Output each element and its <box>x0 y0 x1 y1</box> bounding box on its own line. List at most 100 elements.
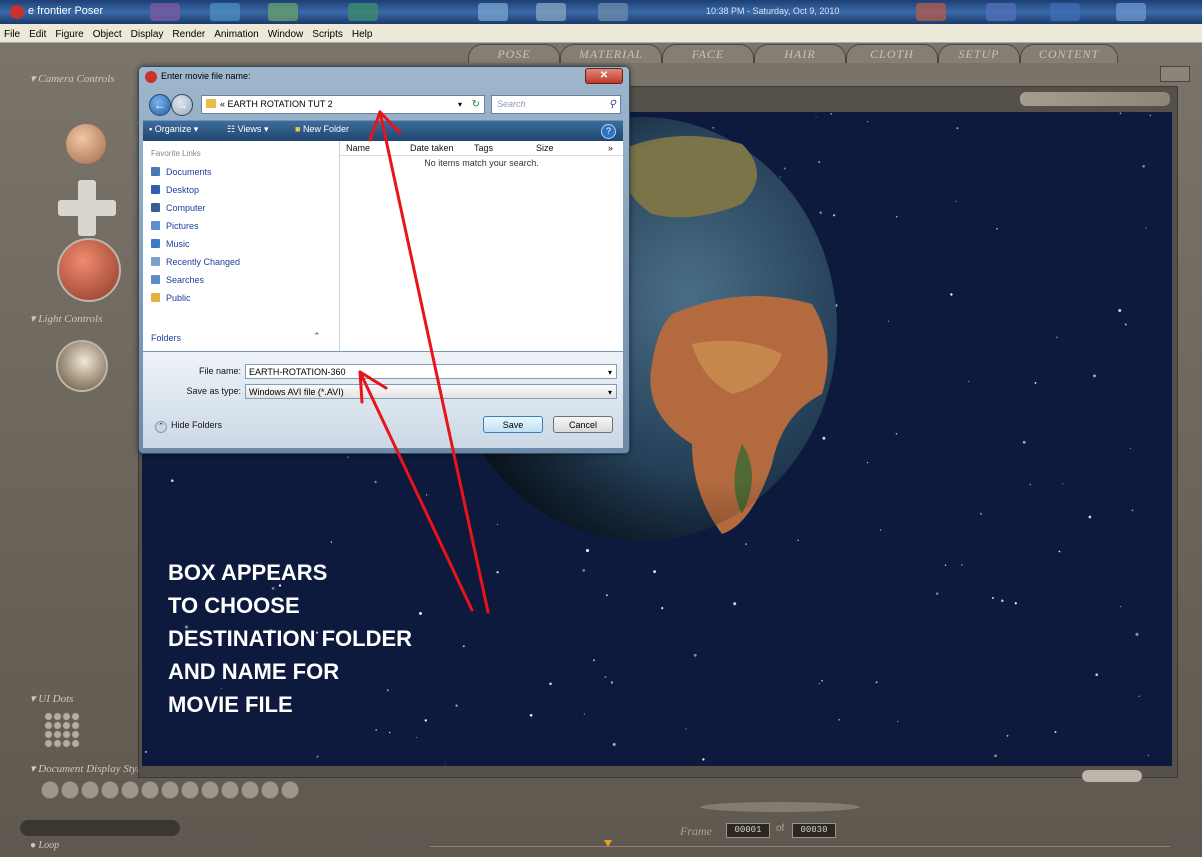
ui-dots-grid[interactable] <box>44 712 80 748</box>
light-sphere-icon[interactable] <box>56 340 108 392</box>
views-button[interactable]: ☷ Views ▾ <box>227 124 268 135</box>
favorite-link-desktop[interactable]: Desktop <box>151 185 199 195</box>
hide-folders-toggle[interactable]: ⌃ Hide Folders <box>155 420 222 433</box>
new-folder-button[interactable]: ■ New Folder <box>295 124 349 134</box>
file-name-field[interactable]: EARTH-ROTATION-360 ▾ <box>245 364 617 379</box>
trackball-icon[interactable] <box>57 238 121 302</box>
tab-pose[interactable]: POSE <box>468 44 560 63</box>
menu-window[interactable]: Window <box>264 26 309 44</box>
column-size[interactable]: Size <box>536 143 554 153</box>
search-input[interactable]: Search ⚲ <box>491 95 621 114</box>
searches-icon <box>151 275 160 284</box>
taskbar-thumbnail-icon[interactable] <box>1116 3 1146 21</box>
star <box>1034 381 1037 384</box>
star <box>653 570 656 573</box>
tab-content[interactable]: CONTENT <box>1020 44 1118 63</box>
search-icon[interactable]: ⚲ <box>609 96 616 113</box>
star <box>955 200 957 203</box>
favorite-link-recently-changed[interactable]: Recently Changed <box>151 257 240 267</box>
tab-setup[interactable]: SETUP <box>938 44 1020 63</box>
viewport-dots-control[interactable] <box>1082 770 1142 782</box>
taskbar-thumbnail-icon[interactable] <box>986 3 1016 21</box>
chevron-down-icon[interactable]: ▾ <box>458 96 462 113</box>
taskbar-thumbnail-icon[interactable] <box>1050 3 1080 21</box>
tab-hair[interactable]: HAIR <box>754 44 846 63</box>
cancel-button[interactable]: Cancel <box>553 416 613 433</box>
column-tags[interactable]: Tags <box>474 143 493 153</box>
forward-arrow-icon[interactable]: → <box>171 94 193 116</box>
folder-icon <box>206 99 216 108</box>
taskbar-thumbnail-icon[interactable] <box>150 3 180 21</box>
play-controls[interactable] <box>20 820 180 836</box>
current-frame-field[interactable]: 00001 <box>726 823 770 838</box>
tab-face[interactable]: FACE <box>662 44 754 63</box>
camera-move-cross-icon[interactable] <box>78 180 96 236</box>
total-frames-field[interactable]: 00030 <box>792 823 836 838</box>
save-type-select[interactable]: Windows AVI file (*.AVI) ▾ <box>245 384 617 399</box>
window-title-bar: e frontier Poser 10:38 PM - Saturday, Oc… <box>0 0 1202 24</box>
viewport-toolbar-icons[interactable] <box>1020 92 1170 106</box>
star <box>1054 731 1057 733</box>
document-bottom-toolbar[interactable] <box>148 768 288 780</box>
star <box>888 320 890 322</box>
address-path[interactable]: « EARTH ROTATION TUT 2 ▾ ↻ <box>201 95 485 114</box>
save-button[interactable]: Save <box>483 416 543 433</box>
menu-edit[interactable]: Edit <box>25 26 51 44</box>
tab-cloth[interactable]: CLOTH <box>846 44 938 63</box>
favorite-link-documents[interactable]: Documents <box>151 167 212 177</box>
favorite-link-label: Documents <box>166 167 212 177</box>
taskbar-thumbnail-icon[interactable] <box>536 3 566 21</box>
favorite-link-label: Pictures <box>166 221 199 231</box>
favorite-link-computer[interactable]: Computer <box>151 203 206 213</box>
organize-button[interactable]: ▪ Organize ▾ <box>149 124 198 135</box>
taskbar-thumbnail-icon[interactable] <box>268 3 298 21</box>
star <box>612 743 616 746</box>
timeline-track[interactable] <box>430 846 1170 847</box>
refresh-icon[interactable]: ↻ <box>472 96 480 113</box>
chevron-down-icon[interactable]: ▾ <box>608 385 612 400</box>
animation-handle[interactable] <box>700 802 860 812</box>
back-arrow-icon[interactable]: ← <box>149 94 171 116</box>
taskbar-thumbnail-icon[interactable] <box>348 3 378 21</box>
menu-file[interactable]: File <box>0 26 25 44</box>
menu-animation[interactable]: Animation <box>210 26 263 44</box>
music-icon <box>151 239 160 248</box>
timeline-marker-icon[interactable] <box>604 840 612 847</box>
camera-head-icon[interactable] <box>66 124 106 164</box>
favorite-link-music[interactable]: Music <box>151 239 190 249</box>
column-name[interactable]: Name <box>346 143 370 153</box>
favorite-link-pictures[interactable]: Pictures <box>151 221 199 231</box>
chevron-down-icon[interactable]: ▾ <box>608 365 612 380</box>
favorite-link-public[interactable]: Public <box>151 293 191 303</box>
taskbar-thumbnail-icon[interactable] <box>916 3 946 21</box>
star <box>1147 754 1150 757</box>
column-date-taken[interactable]: Date taken <box>410 143 454 153</box>
display-style-buttons[interactable] <box>40 780 300 800</box>
menu-scripts[interactable]: Scripts <box>308 26 348 44</box>
star <box>1120 605 1122 608</box>
favorite-link-searches[interactable]: Searches <box>151 275 204 285</box>
help-icon[interactable]: ? <box>601 124 616 139</box>
chevron-up-icon[interactable]: ⌃ <box>313 331 321 342</box>
menu-figure[interactable]: Figure <box>51 26 88 44</box>
dialog-bottom-panel: File name: EARTH-ROTATION-360 ▾ Save as … <box>143 352 623 448</box>
folders-toggle[interactable]: Folders <box>151 333 181 343</box>
close-button[interactable]: ✕ <box>585 68 623 84</box>
more-columns-icon[interactable]: » <box>608 143 613 153</box>
frame-separator: of <box>776 823 785 834</box>
taskbar-thumbnail-icon[interactable] <box>210 3 240 21</box>
star <box>444 764 446 766</box>
taskbar-thumbnail-icon[interactable] <box>478 3 508 21</box>
window-controls[interactable] <box>1160 66 1190 82</box>
star <box>866 462 869 464</box>
menu-display[interactable]: Display <box>127 26 169 44</box>
star <box>968 380 970 383</box>
menu-render[interactable]: Render <box>168 26 210 44</box>
star <box>144 750 148 754</box>
tab-material[interactable]: MATERIAL <box>560 44 662 63</box>
star <box>956 127 959 130</box>
taskbar-thumbnail-icon[interactable] <box>598 3 628 21</box>
star <box>1088 515 1092 519</box>
menu-help[interactable]: Help <box>348 26 378 44</box>
menu-object[interactable]: Object <box>89 26 127 44</box>
